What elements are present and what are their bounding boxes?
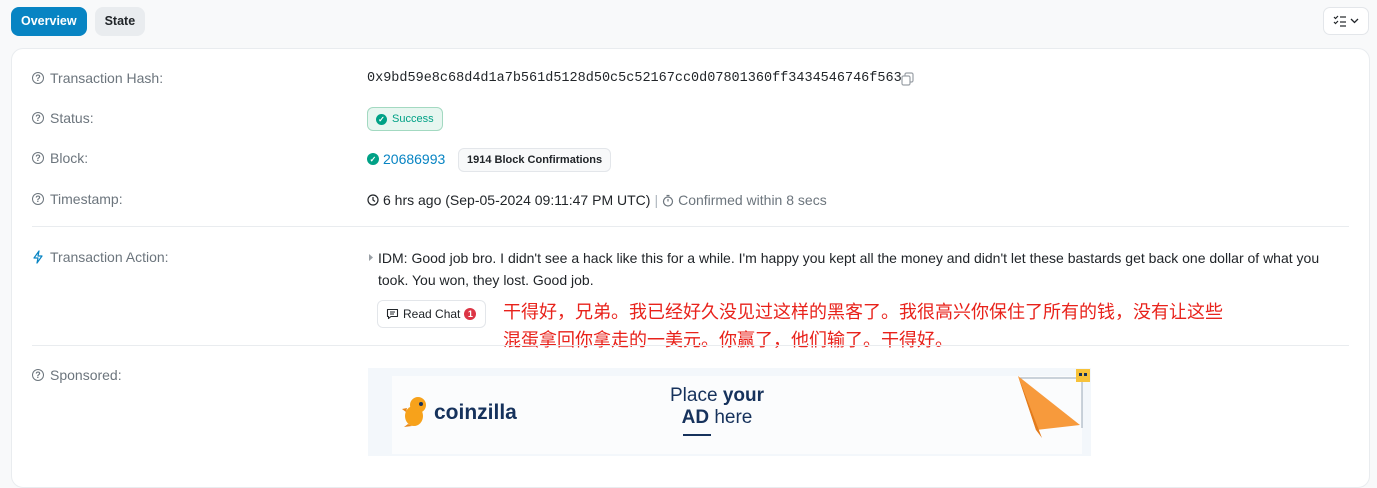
tx-action-label: Transaction Action: [32,249,169,265]
coinzilla-mascot-icon [402,397,426,427]
tx-action-text: IDM: Good job bro. I didn't see a hack l… [378,250,1320,288]
paper-plane-graphic [1018,369,1090,438]
lightning-icon [33,250,43,264]
tab-bar: Overview State [11,7,146,36]
block-label: ? Block: [32,150,88,166]
sponsored-ad-banner[interactable]: coinzilla Place your AD here [368,368,1091,456]
block-number-link[interactable]: 20686993 [383,151,445,167]
unread-count-badge: 1 [464,308,477,320]
block-value: ✓ 20686993 [367,151,445,167]
chevron-down-icon [1350,18,1359,24]
ad-brand: coinzilla [434,401,517,424]
tx-hash-label: ? Transaction Hash: [32,70,163,86]
section-divider [32,226,1349,227]
help-icon[interactable]: ? [32,72,44,84]
help-icon[interactable]: ? [32,369,44,381]
chat-icon [386,308,399,320]
read-chat-button[interactable]: Read Chat 1 [377,300,486,328]
tab-overview[interactable]: Overview [11,7,87,36]
check-circle-icon: ✓ [376,113,387,125]
tx-hash-value: 0x9bd59e8c68d4d1a7b561d5128d50c5c52167cc… [367,71,902,86]
ad-underline [683,434,711,436]
help-icon[interactable]: ? [32,193,44,205]
sponsored-label: ? Sponsored: [32,367,122,383]
stopwatch-icon [662,194,674,207]
copy-icon[interactable] [901,72,914,86]
status-label: ? Status: [32,110,94,126]
block-confirmations-badge: 1914 Block Confirmations [458,148,612,172]
help-icon[interactable]: ? [32,152,44,164]
timestamp-label: ? Timestamp: [32,191,123,207]
status-badge: ✓ Success [367,107,443,131]
timestamp-value: 6 hrs ago (Sep-05-2024 09:11:47 PM UTC) … [367,192,827,208]
section-divider [32,345,1349,346]
help-icon[interactable]: ? [32,112,44,124]
check-circle-icon: ✓ [367,153,379,165]
ad-headline: Place your AD here [670,385,764,428]
view-options-button[interactable] [1323,7,1369,35]
clock-icon [367,194,379,206]
translation-overlay: 干得好，兄弟。我已经好久没见过这样的黑客了。我很高兴你保住了所有的钱，没有让这些… [503,302,1223,351]
caret-right-icon [369,254,373,261]
tab-state[interactable]: State [94,7,146,36]
list-filter-icon [1333,15,1346,27]
